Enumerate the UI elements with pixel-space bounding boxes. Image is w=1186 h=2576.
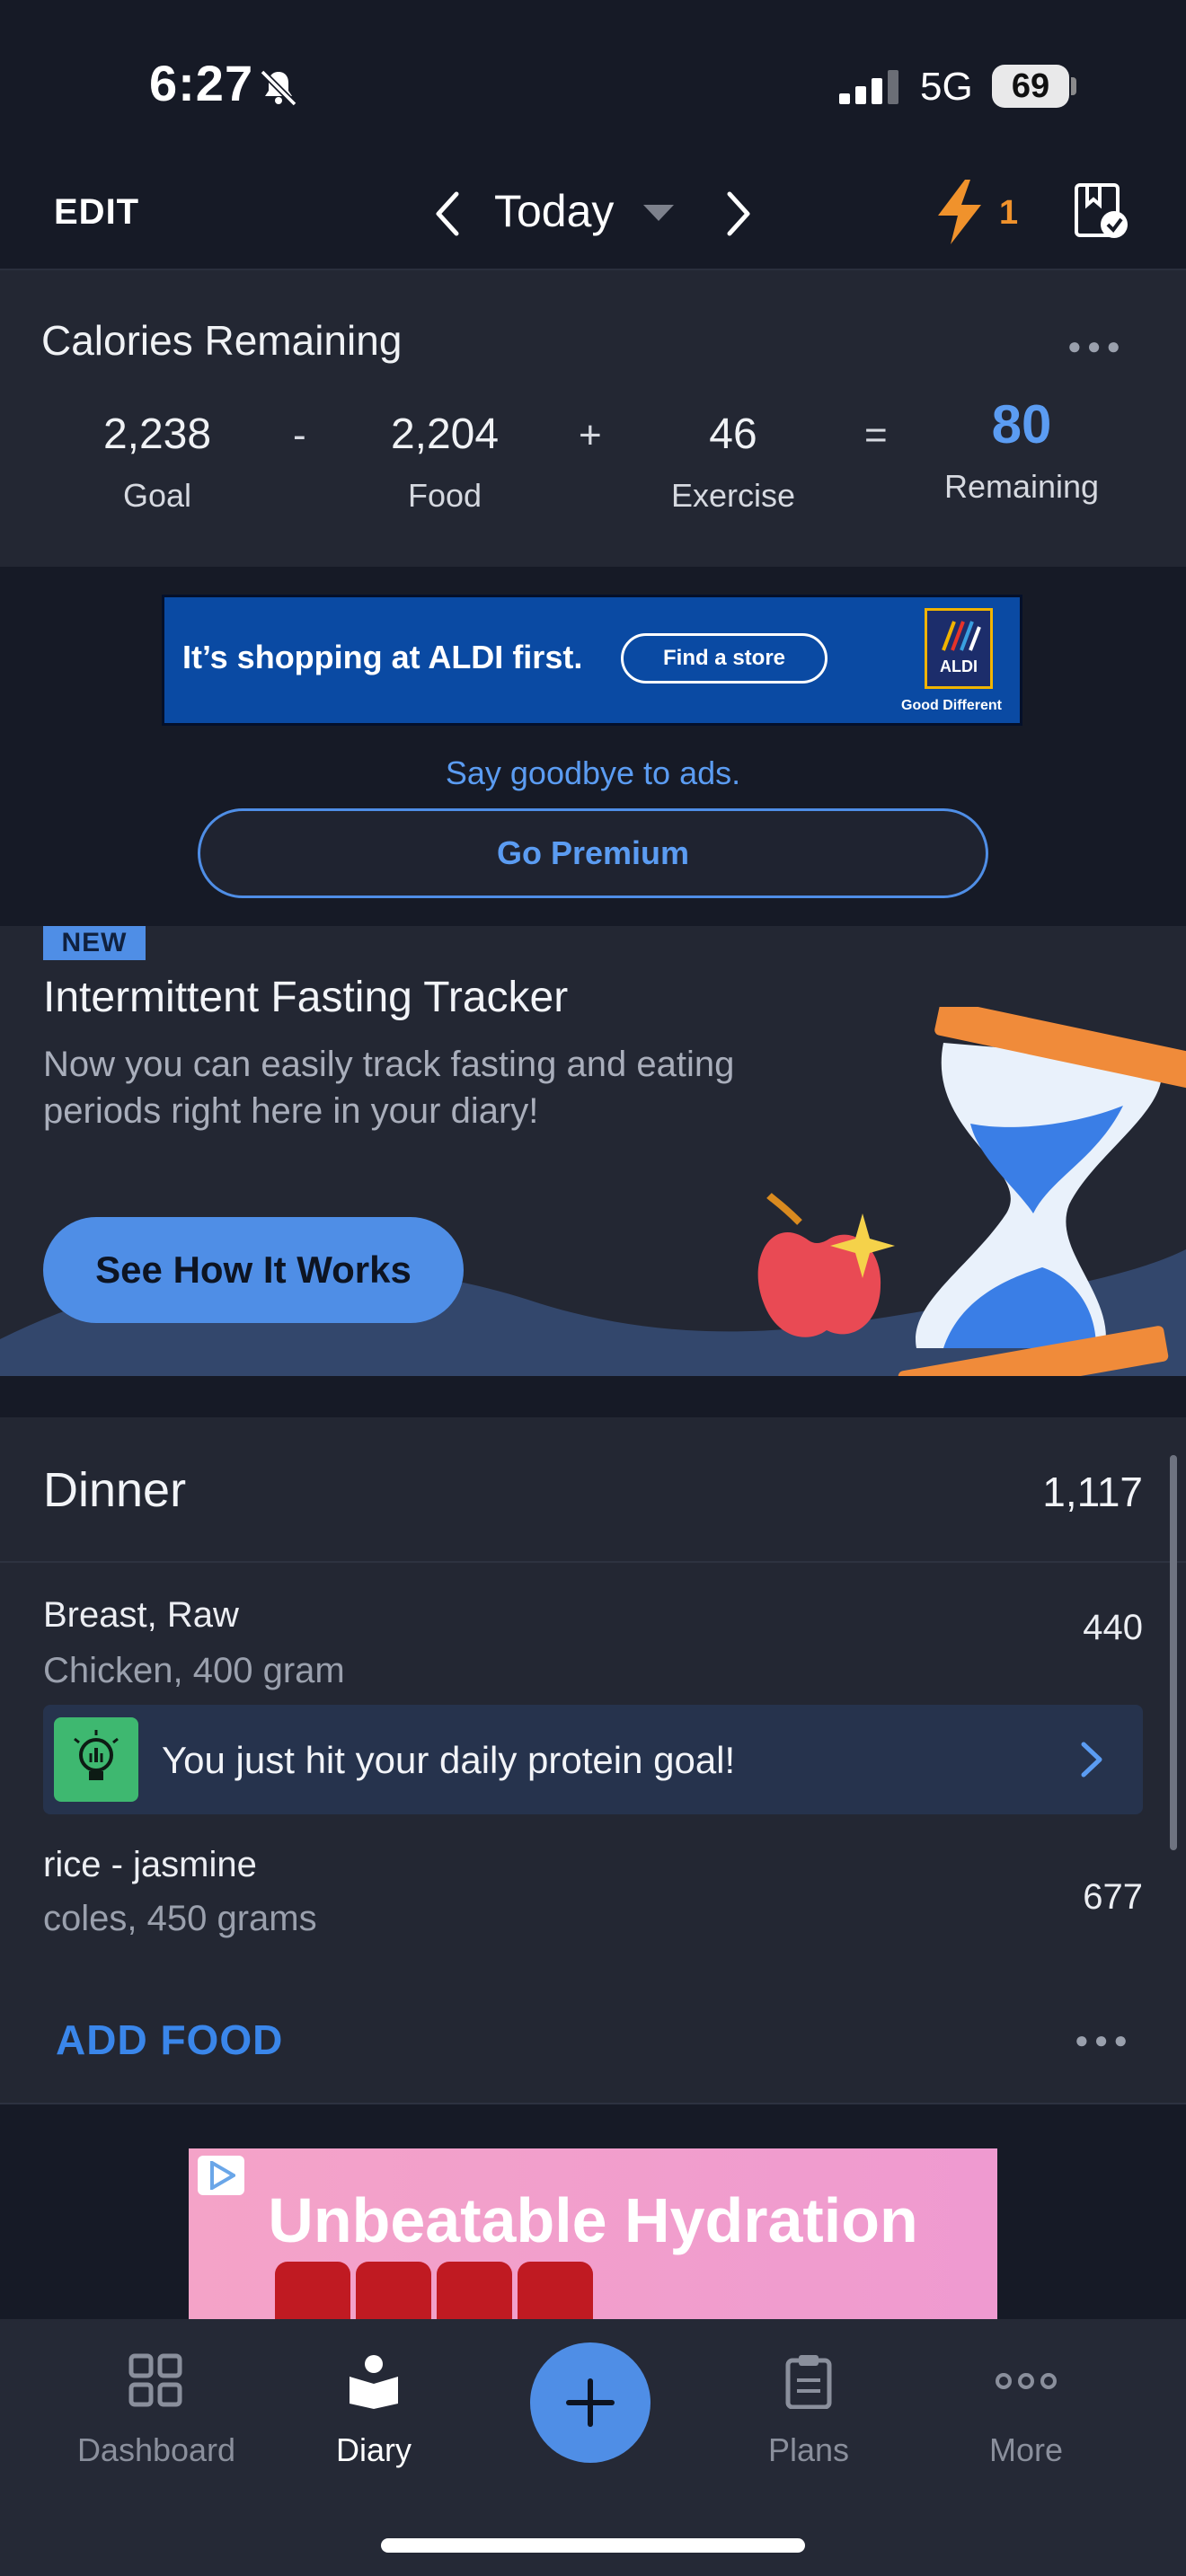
status-time: 6:27: [149, 55, 254, 111]
goal-value: 2,238: [102, 410, 212, 458]
tab-dashboard[interactable]: Dashboard: [49, 2353, 264, 2469]
diary-book-icon: [350, 2355, 398, 2409]
find-store-button[interactable]: Find a store: [621, 633, 828, 684]
promo-description: Now you can easily track fasting and eat…: [43, 1045, 735, 1131]
aldi-logo: ALDI: [925, 608, 993, 689]
see-how-it-works-button[interactable]: See How It Works: [43, 1217, 464, 1323]
more-dots-icon: [996, 2373, 1057, 2389]
product-can-image: [518, 2262, 593, 2319]
aldi-stripes-icon: [942, 621, 981, 651]
bell-muted-icon: [260, 69, 297, 107]
product-can-image: [356, 2262, 431, 2319]
new-badge: NEW: [43, 926, 146, 960]
scrollbar[interactable]: [1170, 1455, 1177, 1850]
battery-nub: [1071, 77, 1076, 95]
tab-label: Plans: [767, 2431, 850, 2468]
streak-bolt-icon[interactable]: [934, 180, 985, 244]
clipboard-icon: [785, 2355, 832, 2410]
dashboard-grid-icon: [128, 2353, 182, 2407]
more-options-icon[interactable]: ●●●: [1075, 2026, 1133, 2054]
promo-title: Intermittent Fasting Tracker: [43, 974, 569, 1021]
plus-operator: +: [579, 413, 602, 457]
exercise-label: Exercise: [670, 477, 796, 514]
calories-title: Calories Remaining: [41, 317, 403, 364]
cellular-signal-icon: [839, 70, 898, 104]
lightbulb-icon: [54, 1717, 138, 1802]
edit-button[interactable]: EDIT: [54, 192, 139, 233]
home-indicator[interactable]: [381, 2538, 805, 2553]
exercise-value: 46: [709, 410, 757, 458]
protein-goal-tip[interactable]: You just hit your daily protein goal!: [43, 1705, 1143, 1814]
aldi-banner-ad[interactable]: It’s shopping at ALDI first. Find a stor…: [162, 595, 1022, 726]
apple-icon: [757, 1193, 895, 1337]
hourglass-icon: [898, 1007, 1186, 1376]
tab-label: More: [988, 2431, 1064, 2468]
tab-plans[interactable]: Plans: [701, 2353, 916, 2469]
tip-text: You just hit your daily protein goal!: [162, 1739, 736, 1781]
remove-ads-link[interactable]: Say goodbye to ads.: [0, 754, 1186, 792]
product-can-image: [275, 2262, 350, 2319]
food-label: Food: [407, 477, 482, 514]
equals-operator: =: [864, 413, 888, 457]
network-type: 5G: [920, 65, 973, 109]
add-food-button[interactable]: ADD FOOD: [56, 2016, 283, 2064]
food-value: 2,204: [390, 410, 500, 458]
caret-down-icon[interactable]: [643, 205, 674, 223]
section-gap: [0, 1376, 1186, 1417]
streak-count[interactable]: 1: [999, 194, 1018, 233]
dinner-title: Dinner: [43, 1463, 187, 1517]
battery-indicator: 69: [992, 65, 1069, 108]
exercise-column: 46 Exercise: [643, 410, 823, 515]
product-can-image: [437, 2262, 512, 2319]
chevron-right-icon[interactable]: [719, 189, 758, 239]
goal-label: Goal: [122, 477, 192, 514]
more-options-icon[interactable]: ●●●: [1067, 332, 1126, 360]
add-entry-button[interactable]: [530, 2342, 651, 2463]
tab-label: Diary: [335, 2431, 412, 2468]
hydration-headline: Unbeatable Hydration: [268, 2185, 918, 2255]
dinner-divider: [0, 1561, 1186, 1563]
journal-check-icon[interactable]: [1073, 181, 1130, 241]
remaining-label: Remaining: [943, 468, 1100, 505]
date-selector[interactable]: Today: [494, 185, 614, 237]
food-item-calories[interactable]: 440: [988, 1608, 1143, 1648]
goal-column: 2,238 Goal: [67, 410, 247, 515]
aldi-tagline: Good Different: [901, 698, 1002, 713]
tab-more[interactable]: More: [918, 2353, 1134, 2469]
dinner-total-calories: 1,117: [1042, 1469, 1143, 1515]
chevron-left-icon[interactable]: [428, 189, 467, 239]
food-item-detail[interactable]: coles, 450 grams: [43, 1899, 317, 1939]
plus-icon: [566, 2378, 615, 2427]
food-item-detail[interactable]: Chicken, 400 gram: [43, 1651, 345, 1691]
remaining-value: 80: [991, 394, 1052, 454]
fasting-promo-card: NEW Intermittent Fasting Tracker Now you…: [0, 926, 1186, 1376]
hydration-banner-ad[interactable]: Unbeatable Hydration: [189, 2148, 997, 2319]
food-item-calories[interactable]: 677: [988, 1877, 1143, 1918]
remaining-column: 80 Remaining: [932, 394, 1111, 506]
aldi-logo-text: ALDI: [940, 657, 978, 675]
chevron-right-icon[interactable]: [1078, 1739, 1105, 1780]
food-item-name[interactable]: rice - jasmine: [43, 1845, 257, 1885]
food-item-name[interactable]: Breast, Raw: [43, 1595, 239, 1636]
tab-diary[interactable]: Diary: [266, 2353, 482, 2469]
tab-label: Dashboard: [76, 2431, 236, 2468]
minus-operator: -: [293, 413, 306, 457]
aldi-headline: It’s shopping at ALDI first.: [182, 639, 583, 675]
food-column: 2,204 Food: [355, 410, 535, 515]
go-premium-button[interactable]: Go Premium: [198, 808, 988, 898]
dinner-bottom-divider: [0, 2103, 1186, 2104]
